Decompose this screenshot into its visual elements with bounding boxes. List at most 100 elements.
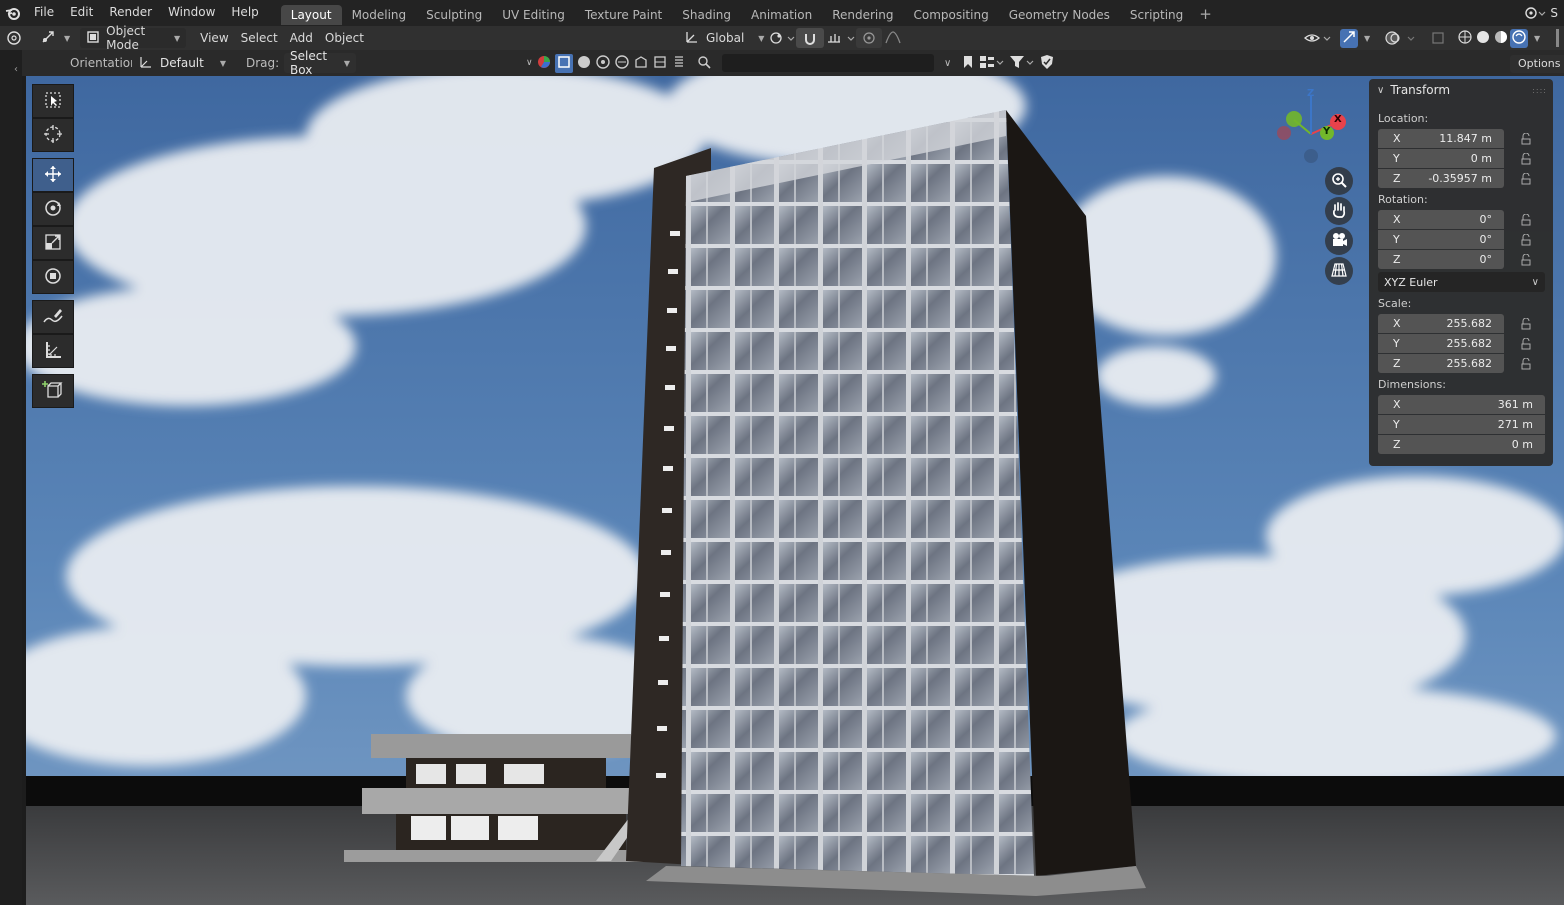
rendered-shading-icon[interactable] (1510, 28, 1528, 48)
transform-panel-header[interactable]: ∨ Transform :::: (1369, 79, 1553, 101)
filter-dropdown-icon[interactable]: ∨ (938, 58, 957, 69)
tab-layout[interactable]: Layout (280, 5, 342, 25)
editor-type-icon[interactable] (0, 28, 28, 48)
proportional-falloff-icon[interactable] (878, 28, 916, 48)
zoom-button[interactable] (1325, 167, 1353, 195)
location-x-row: X 11.847 m (1378, 129, 1553, 148)
lock-icon[interactable] (1518, 334, 1534, 353)
lock-icon[interactable] (1518, 354, 1534, 373)
chevron-down-icon: ▼ (1534, 33, 1541, 43)
blender-logo-icon[interactable] (0, 0, 26, 26)
menu-select[interactable]: Select (235, 28, 284, 48)
drag-dropdown[interactable]: Select Box ▼ (284, 49, 356, 77)
chevron-down-icon: ▼ (174, 33, 181, 43)
rotation-z-field[interactable]: Z 0° (1378, 250, 1504, 269)
measure-tool[interactable] (32, 334, 74, 368)
xray-toggle-icon[interactable] (1424, 28, 1452, 48)
expand-region-arrow-icon[interactable]: ‹ (14, 64, 18, 75)
solid-shading-icon[interactable] (1474, 29, 1492, 48)
tab-compositing[interactable]: Compositing (903, 5, 998, 25)
material-shading-icon[interactable] (1492, 29, 1510, 48)
scale-tool[interactable] (32, 226, 74, 260)
scale-x-field[interactable]: X 255.682 (1378, 314, 1504, 333)
location-x-field[interactable]: X 11.847 m (1378, 129, 1504, 148)
lock-icon[interactable] (1518, 314, 1534, 333)
select-box-icon (43, 90, 63, 113)
tab-texture-paint[interactable]: Texture Paint (575, 5, 672, 25)
rotation-x-field[interactable]: X 0° (1378, 210, 1504, 229)
add-cube-tool[interactable] (32, 374, 74, 408)
menu-file[interactable]: File (26, 0, 62, 26)
navigation-gizmo[interactable]: X Y Z (1274, 86, 1354, 166)
scale-y-field[interactable]: Y 255.682 (1378, 334, 1504, 353)
filter-armature-icon[interactable] (633, 54, 649, 73)
bookmark-icon[interactable] (961, 54, 975, 73)
rotation-mode-dropdown[interactable]: XYZ Euler ∨ (1378, 272, 1545, 292)
shield-icon[interactable] (1039, 54, 1055, 73)
gizmo-toggle-icon[interactable]: ▼ (1334, 28, 1376, 48)
chevron-down-icon[interactable]: ∨ (526, 58, 533, 68)
location-z-field[interactable]: Z -0.35957 m (1378, 169, 1504, 188)
color-wheel-icon[interactable] (536, 54, 552, 73)
menu-view[interactable]: View (194, 28, 234, 48)
mode-dropdown[interactable]: Object Mode ▼ (80, 24, 187, 52)
dimensions-x-field[interactable]: X 361 m (1378, 395, 1545, 414)
header-scroll-handle[interactable] (1556, 29, 1559, 47)
select-mode-box-icon[interactable] (554, 53, 573, 73)
menu-add[interactable]: Add (284, 28, 319, 48)
dimensions-y-field[interactable]: Y 271 m (1378, 415, 1545, 434)
tab-scripting[interactable]: Scripting (1120, 5, 1193, 25)
options-button[interactable]: Options (1510, 55, 1564, 73)
rotation-y-field[interactable]: Y 0° (1378, 230, 1504, 249)
filter-surface-icon[interactable] (614, 54, 630, 73)
location-y-field[interactable]: Y0 m (1378, 149, 1504, 168)
tab-modeling[interactable]: Modeling (342, 5, 417, 25)
menu-render[interactable]: Render (101, 0, 160, 26)
lock-icon[interactable] (1518, 230, 1534, 249)
dimensions-z-row: Z0 m (1378, 435, 1553, 454)
move-tool[interactable] (32, 158, 74, 192)
add-workspace-button[interactable]: + (1193, 5, 1218, 23)
menu-window[interactable]: Window (160, 0, 223, 26)
cursor-tool[interactable] (32, 118, 74, 152)
filter-curve-icon[interactable] (595, 54, 611, 73)
menu-object[interactable]: Object (319, 28, 370, 48)
transform-orientation-dropdown[interactable]: Global ▼ (678, 28, 770, 48)
lock-icon[interactable] (1518, 210, 1534, 229)
filter-funnel-icon[interactable] (1009, 54, 1035, 73)
lock-icon[interactable] (1518, 149, 1534, 168)
transform-tool[interactable] (32, 260, 74, 294)
dimensions-z-field[interactable]: Z0 m (1378, 435, 1545, 454)
display-mode-icon[interactable] (979, 54, 1005, 73)
lock-icon[interactable] (1518, 250, 1534, 269)
search-input[interactable] (722, 54, 934, 72)
menu-edit[interactable]: Edit (62, 0, 101, 26)
add-cube-icon (42, 380, 64, 403)
drag-handle-icon[interactable]: :::: (1532, 86, 1547, 95)
scene-name[interactable]: S (1550, 6, 1558, 20)
lock-icon[interactable] (1518, 169, 1534, 188)
tab-animation[interactable]: Animation (741, 5, 822, 25)
tab-sculpting[interactable]: Sculpting (416, 5, 492, 25)
menu-help[interactable]: Help (223, 0, 266, 26)
tab-shading[interactable]: Shading (672, 5, 741, 25)
annotate-tool[interactable] (32, 300, 74, 334)
wireframe-shading-icon[interactable] (1456, 29, 1474, 48)
scene-selector-icon[interactable] (1524, 5, 1546, 21)
rotate-tool[interactable] (32, 192, 74, 226)
transform-pivot-dropdown[interactable]: ▼ (34, 28, 76, 48)
tab-geometry-nodes[interactable]: Geometry Nodes (999, 5, 1120, 25)
select-box-tool[interactable] (32, 84, 74, 118)
scale-z-field[interactable]: Z 255.682 (1378, 354, 1504, 373)
overlays-toggle-icon[interactable] (1378, 28, 1424, 48)
orientation-dropdown[interactable]: Default ▼ (132, 53, 232, 73)
tab-rendering[interactable]: Rendering (822, 5, 903, 25)
projection-toggle-button[interactable] (1325, 257, 1353, 285)
tab-uv-editing[interactable]: UV Editing (492, 5, 575, 25)
filter-mesh-icon[interactable] (576, 54, 592, 73)
camera-view-button[interactable] (1325, 227, 1353, 255)
lock-icon[interactable] (1518, 129, 1534, 148)
filter-light-icon[interactable] (671, 54, 687, 73)
pan-button[interactable] (1325, 197, 1353, 225)
filter-camera-icon[interactable] (652, 54, 668, 73)
